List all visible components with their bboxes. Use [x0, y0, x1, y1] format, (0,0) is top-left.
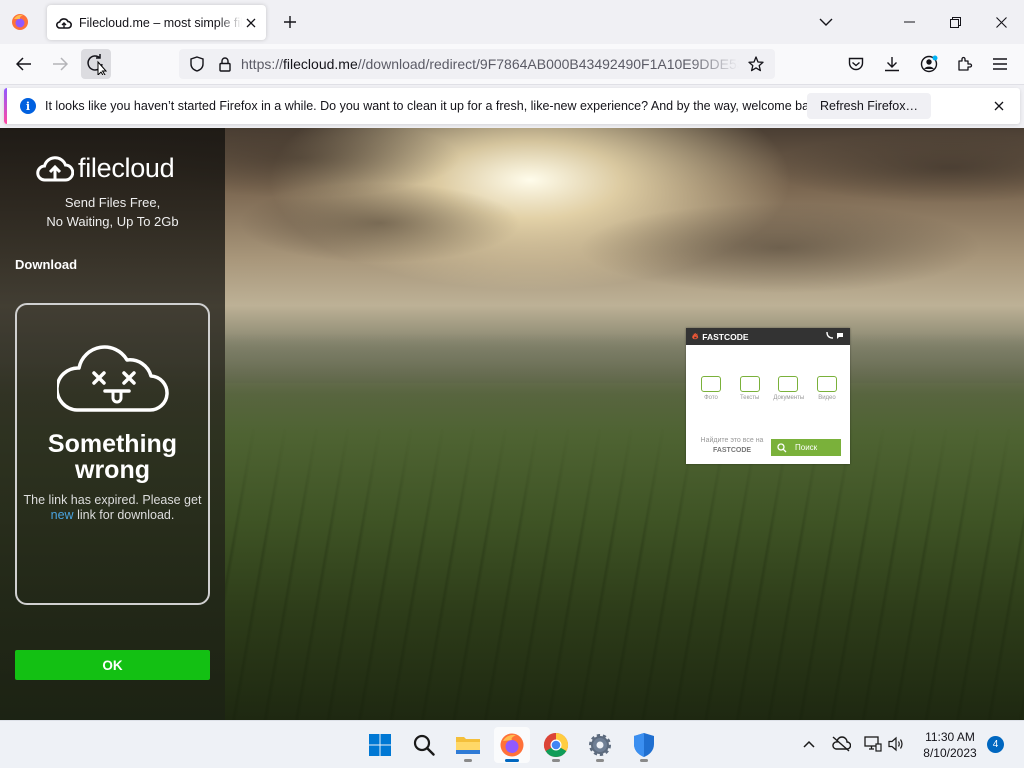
close-window-icon[interactable]: [978, 0, 1024, 44]
volume-icon[interactable]: [885, 733, 907, 755]
new-tab-icon[interactable]: [279, 11, 301, 33]
clock-date: 8/10/2023: [923, 746, 977, 760]
system-clock[interactable]: 11:30 AM 8/10/2023: [912, 729, 988, 761]
tagline-line2: No Waiting, Up To 2Gb: [46, 214, 179, 229]
bookmark-star-icon[interactable]: [745, 53, 767, 75]
navigation-toolbar: https://filecloud.me//download/redirect/…: [0, 44, 1024, 85]
filecloud-logo-icon: [36, 155, 74, 181]
background-treeline: [225, 333, 1024, 383]
url-text: https://filecloud.me//download/redirect/…: [241, 56, 739, 72]
search-icon: [777, 442, 787, 452]
search-icon[interactable]: [406, 727, 442, 763]
error-panel: Something wrong The link has expired. Pl…: [15, 303, 210, 605]
firefox-refresh-notification: i It looks like you haven’t started Fire…: [4, 88, 1020, 124]
pocket-icon[interactable]: [845, 53, 867, 75]
fastcode-ad-widget[interactable]: 🔥︎ FASTCODE Фото Тексты Документы Видео …: [686, 328, 850, 464]
ad-header-icons: [826, 331, 844, 341]
document-icon: [778, 376, 799, 392]
error-title-line1: Something: [47, 430, 178, 458]
ad-find-brand: FASTCODE: [712, 447, 752, 454]
tab-strip: Filecloud.me – most simple file sharing: [0, 0, 1024, 44]
ad-search-label: Поиск: [795, 443, 818, 452]
url-scheme: https://: [241, 56, 284, 72]
ad-category-label: Документы: [773, 395, 805, 401]
camera-icon: [701, 376, 721, 392]
ad-category[interactable]: Фото: [696, 376, 726, 401]
ad-search-button[interactable]: Поиск: [771, 439, 841, 456]
error-title: Something wrong: [17, 431, 208, 483]
running-indicator: [505, 759, 519, 762]
reload-icon[interactable]: [81, 49, 111, 79]
error-message-tail: link for download.: [77, 508, 175, 522]
downloads-icon[interactable]: [881, 53, 903, 75]
filecloud-favicon-icon: [56, 15, 72, 31]
network-icon[interactable]: [862, 733, 884, 755]
video-camera-icon: [816, 376, 837, 392]
running-indicator: [596, 759, 604, 762]
info-icon: i: [20, 98, 36, 114]
firefox-view-icon[interactable]: [8, 10, 32, 34]
chrome-icon[interactable]: [538, 727, 574, 763]
ad-find-text: Найдите это все на FASTCODE: [692, 436, 772, 456]
new-link[interactable]: new: [51, 508, 74, 522]
address-bar[interactable]: https://filecloud.me//download/redirect/…: [179, 49, 775, 79]
list-all-tabs-icon[interactable]: [815, 11, 837, 33]
ad-category-label: Видео: [818, 395, 836, 401]
extensions-icon[interactable]: [954, 53, 976, 75]
firefox-icon[interactable]: [494, 727, 530, 763]
text-file-icon: [739, 376, 760, 392]
notification-count-badge[interactable]: 4: [987, 736, 1004, 753]
clock-time: 11:30 AM: [925, 730, 975, 744]
show-hidden-icons-chevron-icon[interactable]: [798, 733, 820, 755]
defender-icon[interactable]: [626, 727, 662, 763]
onedrive-offline-icon[interactable]: [830, 733, 852, 755]
tracking-protection-shield-icon[interactable]: [187, 54, 207, 74]
back-icon[interactable]: [9, 49, 39, 79]
ad-category[interactable]: Видео: [812, 376, 842, 401]
running-indicator: [464, 759, 472, 762]
ad-header: 🔥︎ FASTCODE: [686, 328, 850, 345]
close-notification-icon[interactable]: [990, 97, 1008, 115]
background-furrows: [225, 428, 1024, 720]
ad-category[interactable]: Документы: [773, 376, 805, 401]
filecloud-logo[interactable]: filecloud: [36, 153, 175, 184]
restore-icon[interactable]: [932, 0, 978, 44]
minimize-icon[interactable]: [886, 0, 932, 44]
page-content: filecloud Send Files Free, No Waiting, U…: [0, 128, 1024, 720]
url-path: //download/redirect/9F7864AB000B43492490…: [357, 56, 739, 72]
error-message-text: The link has expired. Please get: [23, 493, 202, 507]
tagline-line1: Send Files Free,: [64, 195, 161, 210]
filecloud-sidebar: filecloud Send Files Free, No Waiting, U…: [0, 128, 225, 720]
error-title-line2: wrong: [75, 456, 150, 484]
ad-category[interactable]: Тексты: [735, 376, 765, 401]
forward-icon[interactable]: [45, 49, 75, 79]
logo-text: filecloud: [78, 153, 175, 183]
refresh-firefox-button[interactable]: Refresh Firefox…: [807, 93, 931, 119]
windows-taskbar: 11:30 AM 8/10/2023 4: [0, 720, 1024, 768]
close-tab-icon[interactable]: [242, 14, 260, 32]
flame-icon: 🔥︎: [692, 331, 699, 341]
url-domain: filecloud.me: [283, 56, 358, 72]
running-indicator: [552, 759, 560, 762]
settings-icon[interactable]: [582, 727, 618, 763]
ad-category-label: Тексты: [739, 395, 760, 401]
running-indicator: [640, 759, 648, 762]
tab-filecloud[interactable]: Filecloud.me – most simple file sharing: [47, 5, 266, 40]
download-heading: Download: [15, 257, 78, 272]
file-explorer-icon[interactable]: [450, 727, 486, 763]
ad-brand: FASTCODE: [702, 331, 749, 342]
ad-category-label: Фото: [704, 395, 718, 401]
sad-cloud-icon: [57, 345, 169, 412]
lock-icon[interactable]: [215, 54, 235, 74]
ad-categories: Фото Тексты Документы Видео: [696, 376, 842, 401]
error-message: The link has expired. Please get new lin…: [19, 493, 206, 523]
account-icon[interactable]: [918, 53, 940, 75]
ad-find-label: Найдите это все на: [700, 437, 764, 444]
app-menu-icon[interactable]: [989, 53, 1011, 75]
ok-button[interactable]: OK: [15, 650, 210, 680]
tab-title: Filecloud.me – most simple file sharing: [79, 15, 242, 30]
start-icon[interactable]: [362, 727, 398, 763]
notification-message: It looks like you haven’t started Firefo…: [45, 99, 826, 113]
